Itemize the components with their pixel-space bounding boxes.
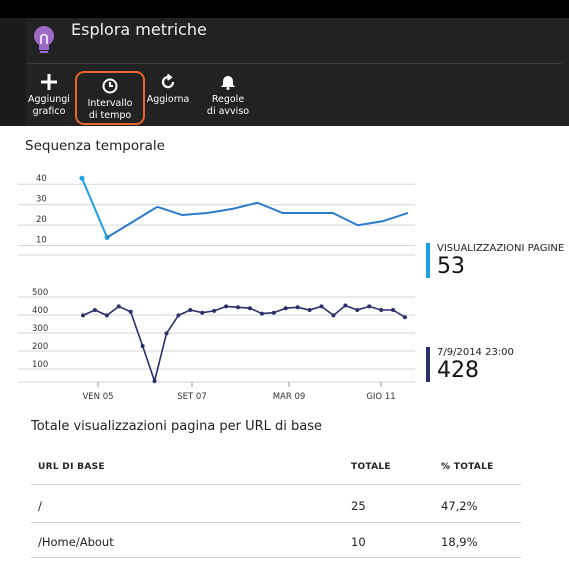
series-line	[156, 201, 409, 227]
y-tick-label: 400	[32, 306, 48, 316]
series2-label: 7/9/2014 23:00	[437, 347, 514, 358]
data-point	[319, 304, 324, 309]
y-tick-label: 40	[36, 174, 47, 184]
data-point	[271, 310, 276, 315]
series-line	[81, 177, 108, 238]
data-point	[295, 305, 300, 310]
data-point	[367, 304, 372, 309]
data-point	[200, 310, 205, 315]
data-point	[343, 303, 348, 308]
y-tick-label: 200	[32, 342, 48, 352]
data-point	[283, 306, 288, 311]
data-point	[81, 313, 85, 318]
data-point	[128, 309, 133, 314]
x-tick-label: SET 07	[177, 392, 206, 402]
data-point	[104, 313, 109, 318]
series-line	[82, 304, 406, 384]
table-title: Totale visualizzazioni pagina per URL di…	[31, 419, 323, 434]
data-point	[79, 175, 85, 181]
x-tick-label: VEN 05	[82, 392, 113, 402]
table-divider	[31, 484, 521, 485]
data-point	[236, 305, 241, 310]
y-tick-label: 500	[32, 288, 48, 298]
table-row-percent: 47,2%	[441, 499, 478, 513]
y-tick-label: 300	[32, 324, 48, 334]
table-row-url[interactable]: /Home/About	[38, 535, 114, 549]
table-divider	[31, 557, 521, 558]
series-line	[106, 205, 158, 239]
data-point	[247, 306, 252, 311]
data-point	[224, 304, 229, 309]
table-row-total: 25	[351, 499, 366, 513]
data-point	[188, 308, 193, 312]
timeline-charts: 40 30 20 10 500 400 300 200 100 VEN 05 SET 07 MAR 0…	[18, 174, 415, 402]
table-row-url[interactable]: /	[38, 499, 42, 513]
x-tick-label: MAR 09	[273, 392, 306, 402]
data-point	[140, 344, 145, 348]
data-point	[379, 308, 384, 312]
series1-value: 53	[437, 254, 465, 279]
column-header-total[interactable]: TOTALE	[351, 462, 391, 472]
table-divider	[31, 522, 521, 523]
y-tick-label: 100	[32, 360, 48, 370]
data-point	[355, 308, 360, 312]
x-tick-label: GIO 11	[366, 392, 395, 402]
data-point	[331, 313, 336, 318]
table-row-total: 10	[351, 535, 366, 549]
data-point	[152, 379, 157, 384]
data-point	[307, 308, 312, 312]
data-point	[164, 331, 169, 336]
data-point	[403, 315, 407, 320]
series1-color-bar	[426, 243, 430, 278]
y-tick-label: 20	[36, 215, 47, 225]
data-point	[92, 308, 97, 312]
y-tick-label: 10	[36, 236, 47, 246]
series2-color-bar	[426, 347, 430, 382]
data-point	[176, 313, 181, 318]
data-point	[391, 308, 396, 312]
column-header-url[interactable]: URL DI BASE	[38, 462, 105, 472]
y-tick-label: 30	[36, 195, 47, 205]
table-row-percent: 18,9%	[441, 535, 478, 549]
column-header-percent[interactable]: % TOTALE	[441, 462, 494, 472]
data-point	[212, 308, 217, 313]
data-point	[259, 311, 264, 316]
data-point	[116, 304, 121, 309]
series2-value: 428	[437, 358, 479, 383]
series1-label: VISUALIZZAZIONI PAGINE	[437, 243, 565, 254]
